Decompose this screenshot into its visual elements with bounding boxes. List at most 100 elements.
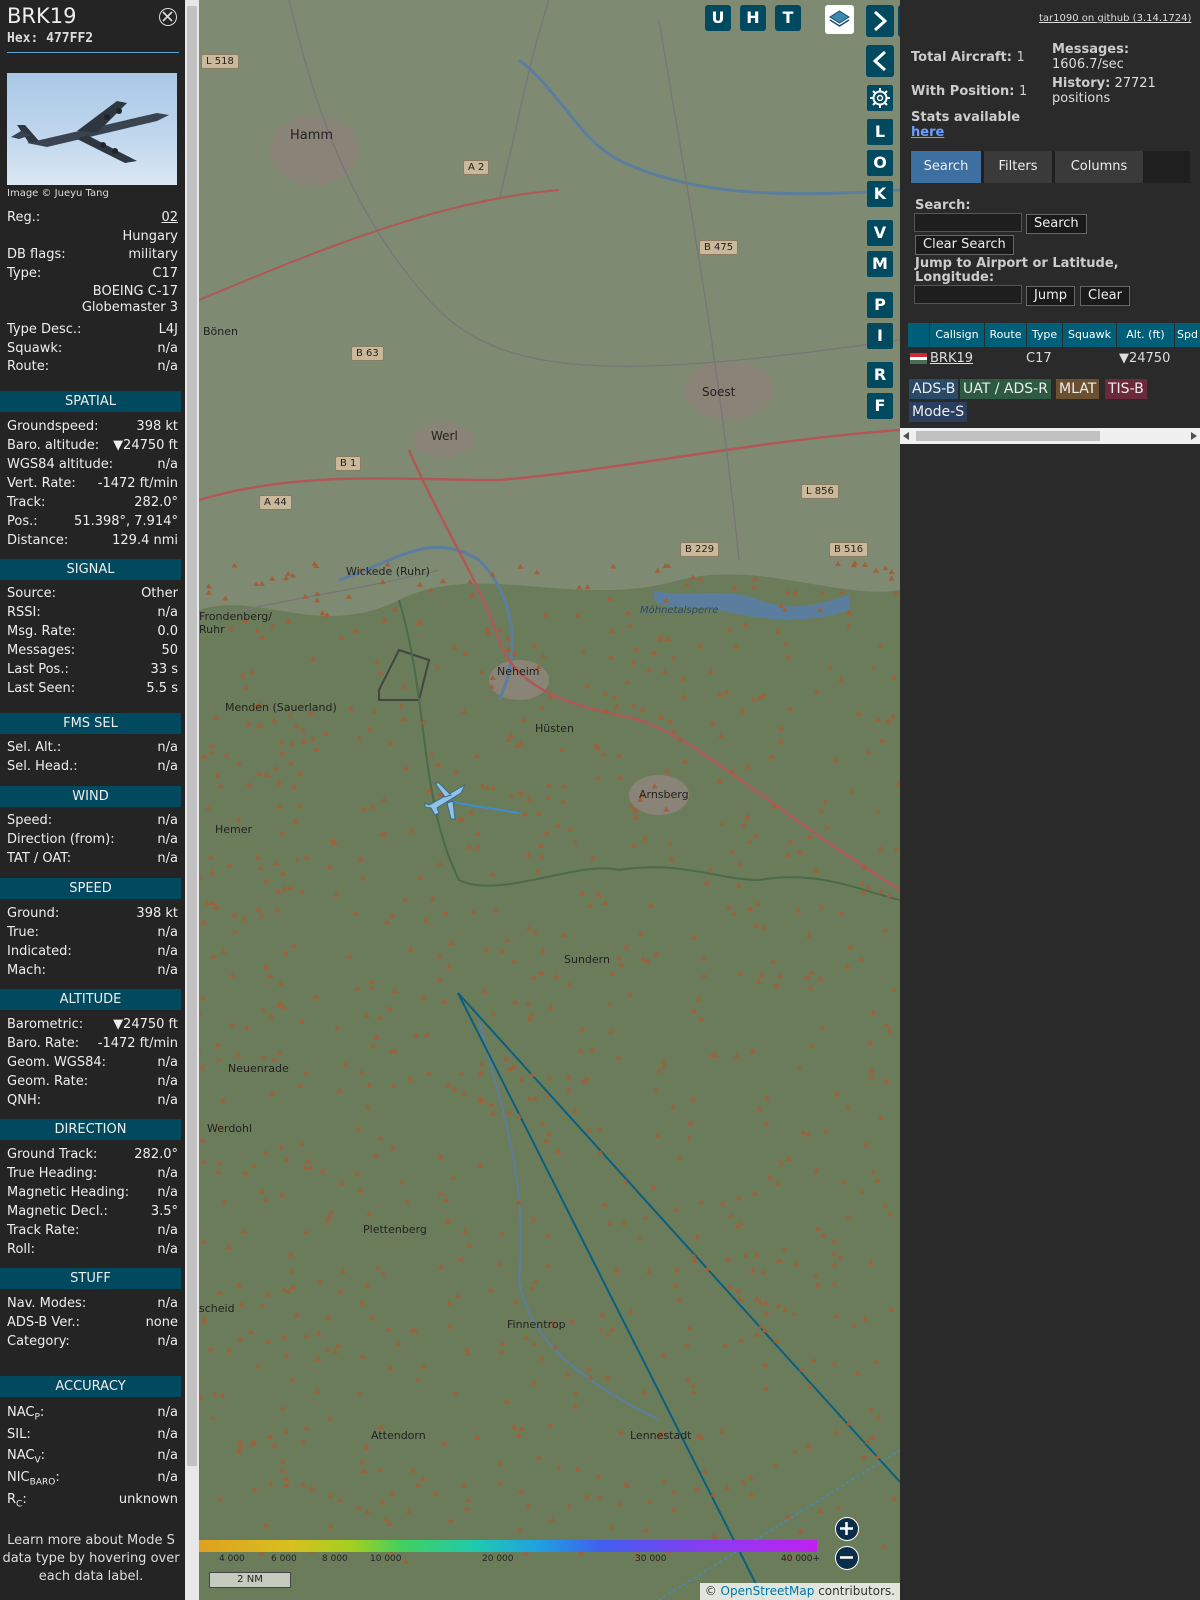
terrain-peak-mark [219, 1393, 226, 1399]
terrain-peak-mark [579, 1026, 586, 1032]
terrain-peak-mark [420, 1363, 427, 1369]
toolbar-t-button[interactable]: T [775, 5, 801, 31]
tab-search[interactable]: Search [911, 151, 981, 183]
th-route[interactable]: Route [985, 323, 1027, 347]
fmssel-row: Sel. Alt.: n/a [7, 739, 178, 757]
aircraft-marker-icon[interactable] [421, 775, 469, 823]
terrain-peak-mark [588, 1047, 595, 1053]
github-link[interactable]: tar1090 on github (3.14.1724) [1039, 13, 1191, 24]
field-value: n/a [157, 759, 178, 774]
terrain-peak-mark [628, 1308, 635, 1314]
th-callsign[interactable]: Callsign [930, 323, 985, 347]
terrain-peak-mark [386, 1005, 393, 1011]
terrain-peak-mark [565, 1074, 572, 1080]
terrain-peak-mark [525, 796, 532, 802]
close-icon [162, 11, 173, 22]
side-k-button[interactable]: K [867, 181, 893, 207]
section-wind: WIND [0, 786, 181, 807]
terrain-peak-mark [223, 752, 230, 758]
clear-button[interactable]: Clear [1080, 286, 1130, 306]
terrain-peak-mark [505, 646, 512, 652]
jump-button[interactable]: Jump [1026, 286, 1075, 306]
terrain-peak-mark [606, 595, 613, 601]
field-value: n/a [157, 813, 178, 828]
stats-link[interactable]: here [911, 125, 944, 140]
terrain-peak-mark [377, 1135, 384, 1141]
terrain-peak-mark [661, 1479, 668, 1485]
terrain-peak-mark [268, 1013, 275, 1019]
terrain-peak-mark [697, 643, 704, 649]
terrain-peak-mark [671, 1506, 678, 1512]
tab-columns[interactable]: Columns [1055, 151, 1143, 183]
side-m-button[interactable]: M [867, 251, 893, 277]
tab-filters[interactable]: Filters [984, 151, 1052, 183]
terrain-peak-mark [751, 1190, 758, 1196]
terrain-peak-mark [707, 866, 714, 872]
layers-button[interactable] [825, 5, 854, 34]
image-credit: Image © Jueyu Tang [7, 188, 109, 199]
terrain-peak-mark [336, 1087, 343, 1093]
th-squawk[interactable]: Squawk [1063, 323, 1117, 347]
search-input[interactable] [914, 213, 1022, 232]
toolbar-h-button[interactable]: H [740, 5, 766, 31]
field-value: ▼24750 ft [113, 1017, 178, 1032]
clear-search-button[interactable]: Clear Search [915, 235, 1014, 255]
zoom-in-button[interactable] [835, 1517, 859, 1541]
row-callsign[interactable]: BRK19 [930, 350, 973, 368]
zoom-out-button[interactable] [835, 1546, 859, 1570]
terrain-peak-mark [753, 922, 760, 928]
th-alt[interactable]: Alt. (ft) [1117, 323, 1175, 347]
terrain-peak-mark [199, 1047, 203, 1053]
side-i-button[interactable]: I [867, 323, 893, 349]
close-panel-button[interactable] [159, 8, 177, 26]
terrain-peak-mark [777, 738, 784, 744]
legend-modes: Mode-S [909, 402, 968, 422]
terrain-peak-mark [754, 901, 761, 907]
field-label: True: [7, 925, 39, 940]
terrain-peak-mark [452, 1390, 459, 1396]
side-p-button[interactable]: P [867, 292, 893, 318]
osm-link[interactable]: OpenStreetMap [721, 1584, 815, 1598]
reg-link[interactable]: 02 [161, 209, 178, 227]
terrain-peak-mark [868, 1259, 875, 1265]
side-r-button[interactable]: R [867, 362, 893, 388]
side-f-button[interactable]: F [867, 393, 893, 419]
info-panel-scrollbar[interactable] [185, 0, 199, 1600]
jump-input[interactable] [914, 285, 1022, 304]
terrain-peak-mark [478, 669, 485, 675]
collapse-left-button[interactable] [866, 45, 894, 77]
terrain-peak-mark [243, 1025, 250, 1031]
aircraft-photo[interactable] [7, 73, 177, 185]
field-value: n/a [157, 963, 178, 978]
road-b63: B 63 [351, 346, 384, 361]
expand-right-button[interactable] [866, 5, 894, 37]
terrain-peak-mark [207, 854, 214, 860]
side-l-button[interactable]: L [867, 119, 893, 145]
history: History: 27721 [1052, 76, 1156, 91]
terrain-peak-mark [445, 1082, 452, 1088]
terrain-peak-mark [837, 1254, 844, 1260]
side-o-button[interactable]: O [867, 150, 893, 176]
terrain-peak-mark [477, 1095, 484, 1101]
side-v-button[interactable]: V [867, 220, 893, 246]
map-view[interactable]: Hamm Bönen Soest Werl Wickede (Ruhr) Fro… [199, 0, 900, 1600]
scrollbar-thumb[interactable] [187, 6, 197, 1466]
terrain-peak-mark [693, 1486, 700, 1492]
terrain-peak-mark [687, 1119, 694, 1125]
terrain-peak-mark [466, 1242, 473, 1248]
settings-button[interactable] [867, 85, 893, 111]
toolbar-u-button[interactable]: U [705, 5, 731, 31]
altitude-row: Geom. WGS84: n/a [7, 1054, 178, 1072]
terrain-peak-mark [560, 798, 567, 804]
terrain-peak-mark [623, 944, 630, 950]
hscroll-thumb[interactable] [916, 431, 1100, 441]
table-hscrollbar[interactable] [900, 428, 1200, 444]
th-spd[interactable]: Spd [1175, 323, 1200, 347]
terrain-peak-mark [546, 1075, 553, 1081]
terrain-peak-mark [660, 1351, 667, 1357]
scroll-left-icon[interactable] [902, 431, 910, 441]
search-button[interactable]: Search [1026, 214, 1087, 234]
terrain-peak-mark [572, 1108, 579, 1114]
scroll-right-icon[interactable] [1190, 431, 1198, 441]
th-type[interactable]: Type [1027, 323, 1063, 347]
